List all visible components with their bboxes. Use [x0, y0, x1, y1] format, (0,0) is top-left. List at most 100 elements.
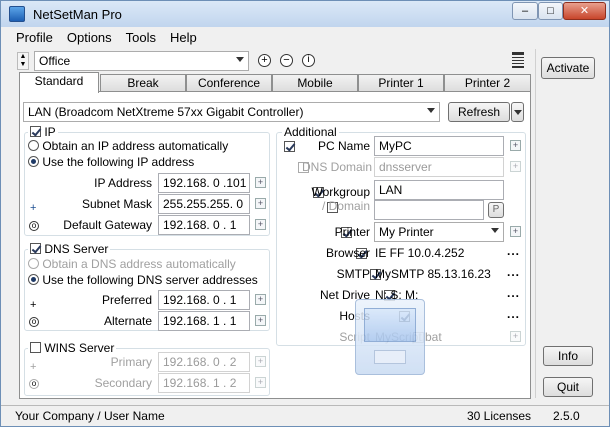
- ip-group-title: IP: [44, 125, 56, 139]
- status-licenses: 30 Licenses: [467, 409, 532, 423]
- smtp-settings-button[interactable]: ...: [507, 265, 520, 279]
- script-expand-icon[interactable]: +: [510, 331, 521, 342]
- pc-name-label: PC Name: [317, 139, 370, 153]
- menu-options[interactable]: Options: [60, 28, 119, 48]
- add-wins-icon[interactable]: +: [30, 361, 36, 373]
- printer-select[interactable]: My Printer: [374, 222, 504, 242]
- menu-bar: Profile Options Tools Help: [9, 28, 204, 48]
- refresh-dropdown-button[interactable]: [511, 102, 524, 122]
- ip-auto-option[interactable]: Obtain an IP address automatically: [28, 139, 228, 153]
- menu-tools[interactable]: Tools: [119, 28, 163, 48]
- dns-manual-option[interactable]: Use the following DNS server addresses: [28, 273, 258, 287]
- gateway-metric-icon[interactable]: o: [29, 221, 39, 231]
- smtp-label: SMTP: [336, 267, 370, 281]
- ip-group-header: IP: [28, 125, 58, 139]
- menu-profile[interactable]: Profile: [9, 28, 60, 48]
- add-profile-icon[interactable]: +: [258, 54, 271, 67]
- wins-secondary-field[interactable]: 192.168. 1 . 2: [158, 373, 250, 393]
- ip-manual-label: Use the following IP address: [42, 155, 195, 169]
- printer-selected: My Printer: [379, 225, 434, 239]
- wins-group-header: WINS Server: [28, 341, 117, 355]
- ip-address-expand-icon[interactable]: +: [255, 177, 266, 188]
- tab-standard[interactable]: Standard: [19, 72, 99, 93]
- dns-auto-option[interactable]: Obtain a DNS address automatically: [28, 257, 236, 271]
- remove-profile-icon[interactable]: −: [280, 54, 293, 67]
- browser-settings-button[interactable]: ...: [507, 244, 520, 258]
- subnet-mask-expand-icon[interactable]: +: [255, 198, 266, 209]
- dns-alternate-field[interactable]: 192.168. 1 . 1: [158, 311, 250, 331]
- domain-field[interactable]: [374, 200, 484, 220]
- dns-preferred-label: Preferred: [101, 293, 152, 307]
- gateway-label: Default Gateway: [63, 218, 152, 232]
- maximize-button[interactable]: □: [538, 2, 563, 20]
- dns-preferred-expand-icon[interactable]: +: [255, 294, 266, 305]
- adapter-select[interactable]: LAN (Broadcom NetXtreme 57xx Gigabit Con…: [23, 102, 440, 122]
- chevron-down-icon: [236, 57, 244, 62]
- printer-expand-icon[interactable]: +: [510, 226, 521, 237]
- quit-button[interactable]: Quit: [543, 377, 593, 397]
- ip-manual-option[interactable]: Use the following IP address: [28, 155, 194, 169]
- menu-grip-icon[interactable]: [512, 52, 524, 68]
- pc-name-checkbox[interactable]: [284, 141, 295, 152]
- monitor-stand: [374, 350, 406, 364]
- profile-info-icon[interactable]: i: [302, 54, 315, 67]
- ip-auto-radio[interactable]: [28, 140, 39, 151]
- main-window: NetSetMan Pro – □ ✕ Profile Options Tool…: [0, 0, 610, 427]
- wins-enable-checkbox[interactable]: [30, 342, 41, 353]
- gateway-field[interactable]: 192.168. 0 . 1: [158, 215, 250, 235]
- dns-domain-field[interactable]: dnsserver: [374, 157, 504, 177]
- tab-printer-2[interactable]: Printer 2: [444, 74, 531, 92]
- dns-order-icon[interactable]: o: [29, 317, 39, 327]
- profile-order-spinner[interactable]: ▲ ▼: [17, 52, 29, 70]
- dns-alternate-label: Alternate: [103, 314, 152, 328]
- title-bar: NetSetMan Pro – □ ✕: [1, 1, 609, 27]
- tab-break[interactable]: Break: [100, 74, 186, 92]
- browser-label: Browser: [325, 246, 370, 260]
- tab-conference[interactable]: Conference: [186, 74, 272, 92]
- pc-name-expand-icon[interactable]: +: [510, 140, 521, 151]
- close-button[interactable]: ✕: [563, 2, 606, 20]
- monitor-screen: [364, 308, 416, 342]
- subnet-mask-field[interactable]: 255.255.255. 0: [158, 194, 250, 214]
- dns-manual-radio[interactable]: [28, 274, 39, 285]
- hosts-settings-button[interactable]: ...: [507, 307, 520, 321]
- domain-password-button[interactable]: P: [488, 202, 504, 218]
- ip-address-label: IP Address: [94, 176, 152, 190]
- wins-group-title: WINS Server: [44, 341, 115, 355]
- wins-primary-label: Primary: [110, 355, 152, 369]
- info-button[interactable]: Info: [543, 346, 593, 366]
- status-version: 2.5.0: [553, 409, 580, 423]
- wins-order-icon[interactable]: o: [29, 379, 39, 389]
- ip-auto-label: Obtain an IP address automatically: [42, 139, 229, 153]
- workgroup-field[interactable]: LAN: [374, 180, 504, 200]
- minimize-button[interactable]: –: [512, 2, 538, 20]
- gateway-expand-icon[interactable]: +: [255, 219, 266, 230]
- dns-alternate-expand-icon[interactable]: +: [255, 315, 266, 326]
- wins-primary-expand-icon[interactable]: +: [255, 356, 266, 367]
- wins-secondary-expand-icon[interactable]: +: [255, 377, 266, 388]
- window-title: NetSetMan Pro: [33, 7, 122, 22]
- pc-name-field[interactable]: MyPC: [374, 136, 504, 156]
- dns-preferred-field[interactable]: 192.168. 0 . 1: [158, 290, 250, 310]
- dns-auto-label: Obtain a DNS address automatically: [42, 257, 236, 271]
- refresh-button[interactable]: Refresh: [448, 102, 510, 122]
- chevron-down-icon: [514, 110, 522, 115]
- dns-domain-expand-icon[interactable]: +: [510, 161, 521, 172]
- net-drive-settings-button[interactable]: ...: [507, 286, 520, 300]
- profile-selected: Office: [39, 54, 71, 68]
- tab-printer-1[interactable]: Printer 1: [358, 74, 444, 92]
- ip-enable-checkbox[interactable]: [30, 126, 41, 137]
- dns-enable-checkbox[interactable]: [30, 243, 41, 254]
- ip-address-field[interactable]: 192.168. 0 .101: [158, 173, 250, 193]
- menu-help[interactable]: Help: [163, 28, 204, 48]
- tab-mobile[interactable]: Mobile: [272, 74, 358, 92]
- add-address-icon[interactable]: +: [30, 202, 36, 214]
- profile-select[interactable]: Office: [34, 51, 249, 71]
- additional-group-title: Additional: [282, 125, 339, 139]
- ip-manual-radio[interactable]: [28, 156, 39, 167]
- dns-manual-label: Use the following DNS server addresses: [42, 273, 258, 287]
- wins-primary-field[interactable]: 192.168. 0 . 2: [158, 352, 250, 372]
- activate-button[interactable]: Activate: [541, 57, 595, 79]
- dns-auto-radio[interactable]: [28, 258, 39, 269]
- add-dns-icon[interactable]: +: [30, 299, 36, 311]
